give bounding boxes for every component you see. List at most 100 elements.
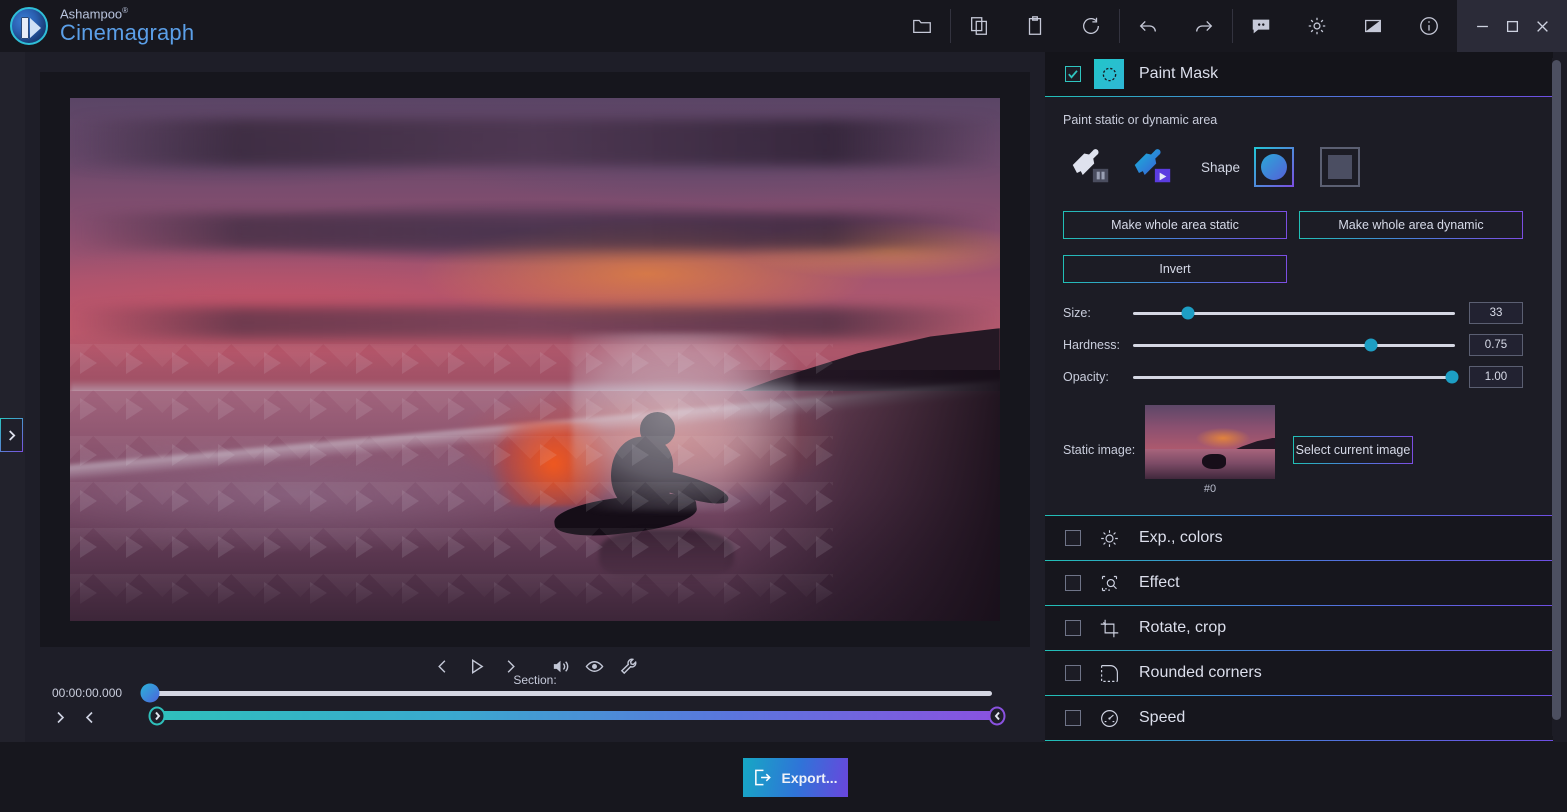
section-range-track[interactable] xyxy=(157,711,997,720)
panel-scrollbar[interactable] xyxy=(1552,58,1561,736)
dynamic-brush-button[interactable] xyxy=(1125,141,1187,193)
dynamic-area-triangle xyxy=(540,582,557,604)
dynamic-area-triangle xyxy=(172,536,189,558)
section-header-rounded-corners[interactable]: Rounded corners xyxy=(1045,651,1553,695)
dynamic-area-triangle xyxy=(356,536,373,558)
toolbar-buttons xyxy=(894,0,1457,52)
invert-button[interactable]: Invert xyxy=(1063,255,1287,283)
opacity-slider-track[interactable] xyxy=(1133,376,1455,379)
dynamic-area-triangle xyxy=(678,490,695,512)
spacer xyxy=(1063,283,1533,295)
dynamic-area-triangle xyxy=(770,398,787,420)
maximize-button[interactable] xyxy=(1497,0,1527,52)
dynamic-area-triangle xyxy=(540,536,557,558)
dynamic-area-triangle xyxy=(448,582,465,604)
clipboard-icon xyxy=(1024,15,1046,37)
minimize-button[interactable] xyxy=(1467,0,1497,52)
dynamic-area-triangle xyxy=(310,444,327,466)
copy-icon xyxy=(968,15,990,37)
dynamic-area-triangle xyxy=(218,444,235,466)
chevron-right-icon xyxy=(55,710,65,725)
section-header-paint-mask[interactable]: Paint Mask xyxy=(1045,52,1553,96)
dynamic-area-triangle xyxy=(356,444,373,466)
dynamic-area-triangle xyxy=(264,582,281,604)
sun-icon xyxy=(1094,523,1124,553)
size-value-field[interactable]: 33 xyxy=(1469,302,1523,324)
paint-mask-checkbox[interactable] xyxy=(1065,66,1081,82)
section-header-rotate-crop[interactable]: Rotate, crop xyxy=(1045,606,1553,650)
dynamic-area-triangle xyxy=(724,444,741,466)
invert-button-row: Invert xyxy=(1063,255,1533,283)
undo-button[interactable] xyxy=(1120,0,1176,52)
exp-colors-checkbox[interactable] xyxy=(1065,530,1081,546)
size-slider-handle[interactable] xyxy=(1181,307,1194,320)
opacity-slider-handle[interactable] xyxy=(1445,371,1458,384)
hardness-slider-handle[interactable] xyxy=(1365,339,1378,352)
reset-button[interactable] xyxy=(1063,0,1119,52)
square-shape-icon xyxy=(1328,155,1352,179)
dynamic-area-triangle xyxy=(264,536,281,558)
section-prev-button[interactable] xyxy=(77,704,103,730)
dynamic-brush-icon xyxy=(1129,143,1175,187)
open-folder-button[interactable] xyxy=(894,0,950,52)
paste-button[interactable] xyxy=(1007,0,1063,52)
size-slider-track[interactable] xyxy=(1133,312,1455,315)
speed-checkbox[interactable] xyxy=(1065,710,1081,726)
brush-row: Shape xyxy=(1063,139,1533,195)
app-logo: Ashampoo® Cinemagraph xyxy=(0,7,194,45)
export-button[interactable]: Export... xyxy=(743,758,848,797)
dynamic-area-triangle xyxy=(126,352,143,374)
close-button[interactable] xyxy=(1527,0,1557,52)
section-next-button[interactable] xyxy=(47,704,73,730)
shape-square-button[interactable] xyxy=(1320,147,1360,187)
folder-icon xyxy=(911,15,933,37)
make-whole-area-static-button[interactable]: Make whole area static xyxy=(1063,211,1287,239)
dynamic-area-triangle xyxy=(218,352,235,374)
static-brush-button[interactable] xyxy=(1063,141,1125,193)
contrast-button[interactable] xyxy=(1345,0,1401,52)
info-button[interactable] xyxy=(1401,0,1457,52)
dynamic-area-triangle xyxy=(126,536,143,558)
dynamic-area-triangle xyxy=(540,398,557,420)
dynamic-area-triangle xyxy=(540,352,557,374)
opacity-value-field[interactable]: 1.00 xyxy=(1469,366,1523,388)
make-whole-area-dynamic-button[interactable]: Make whole area dynamic xyxy=(1299,211,1523,239)
feedback-button[interactable] xyxy=(1233,0,1289,52)
cloud-band-3 xyxy=(70,307,1000,338)
dynamic-area-triangle xyxy=(632,398,649,420)
dynamic-area-triangle xyxy=(678,352,695,374)
rotate-crop-checkbox[interactable] xyxy=(1065,620,1081,636)
copy-button[interactable] xyxy=(951,0,1007,52)
dynamic-area-triangle xyxy=(172,444,189,466)
settings-button[interactable] xyxy=(1289,0,1345,52)
circle-shape-icon xyxy=(1261,154,1287,180)
static-image-thumbnail[interactable] xyxy=(1145,405,1275,479)
rounded-corner-icon xyxy=(1094,658,1124,688)
shape-circle-button[interactable] xyxy=(1254,147,1294,187)
opacity-label: Opacity: xyxy=(1063,370,1131,384)
expand-sidebar-button[interactable] xyxy=(0,418,23,452)
select-current-image-button[interactable]: Select current image xyxy=(1293,436,1413,464)
canvas-area[interactable] xyxy=(40,72,1030,647)
right-panel-scroll: Paint Mask Paint static or dynamic area xyxy=(1045,52,1553,742)
section-end-handle[interactable] xyxy=(989,706,1006,725)
redo-button[interactable] xyxy=(1176,0,1232,52)
panel-scrollbar-thumb[interactable] xyxy=(1552,60,1561,720)
section-header-text[interactable]: Text xyxy=(1045,741,1553,742)
rotate-crop-title: Rotate, crop xyxy=(1139,619,1226,637)
rounded-corners-checkbox[interactable] xyxy=(1065,665,1081,681)
section-header-effect[interactable]: Effect xyxy=(1045,561,1553,605)
section-start-handle[interactable] xyxy=(149,706,166,725)
section-header-speed[interactable]: Speed xyxy=(1045,696,1553,740)
dynamic-area-triangle xyxy=(494,536,511,558)
effect-checkbox[interactable] xyxy=(1065,575,1081,591)
dynamic-area-triangle xyxy=(218,398,235,420)
hardness-value-field[interactable]: 0.75 xyxy=(1469,334,1523,356)
dynamic-area-triangle xyxy=(632,582,649,604)
dynamic-area-triangle xyxy=(80,490,97,512)
info-circle-icon xyxy=(1418,15,1440,37)
section-header-exp-colors[interactable]: Exp., colors xyxy=(1045,516,1553,560)
right-panel: Paint Mask Paint static or dynamic area xyxy=(1045,52,1567,742)
preview-image[interactable] xyxy=(70,98,1000,621)
hardness-slider-track[interactable] xyxy=(1133,344,1455,347)
